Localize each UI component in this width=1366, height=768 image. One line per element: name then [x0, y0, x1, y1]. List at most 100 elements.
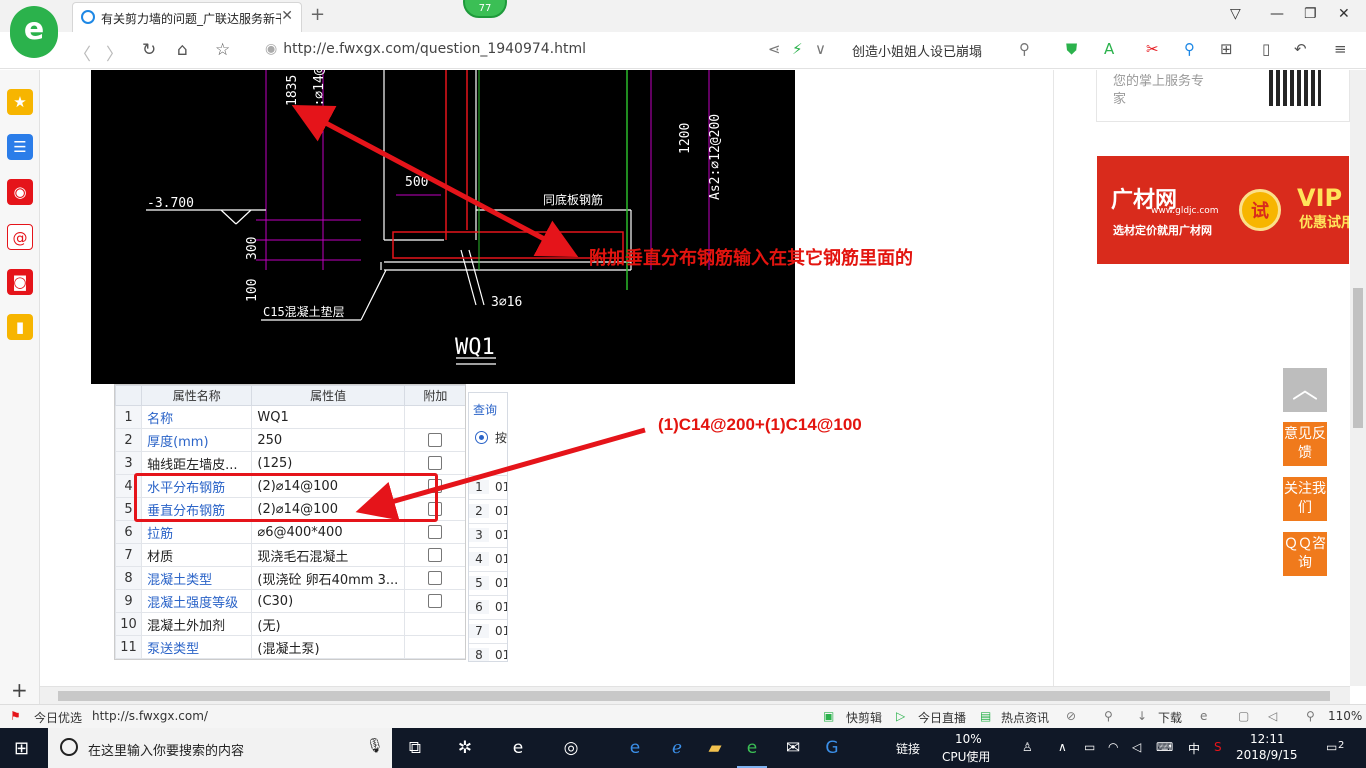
pinwheel-app-icon[interactable]: ✲ [450, 734, 480, 762]
undo-icon[interactable]: ↶ [1294, 40, 1307, 58]
close-tab-icon[interactable]: ✕ [281, 8, 293, 24]
status-live[interactable]: 今日直播 [918, 709, 966, 726]
speed-badge[interactable]: 77 [463, 0, 507, 18]
chevron-down-icon[interactable]: ∨ [815, 40, 826, 58]
wifi-icon[interactable]: ◠ [1108, 740, 1118, 754]
property-value[interactable]: (现浇砼 卵石40mm 3... [251, 566, 405, 590]
new-tab-icon[interactable]: + [310, 4, 325, 25]
property-value[interactable]: ⌀6@400*400 [251, 520, 405, 544]
vertical-scroll-thumb[interactable] [1353, 288, 1363, 428]
volume-icon[interactable]: ◁ [1132, 740, 1141, 754]
table-row[interactable]: 3 轴线距左墙皮... (125) [115, 451, 465, 475]
refresh-icon[interactable]: ↻ [142, 40, 156, 60]
horizontal-scrollbar[interactable] [40, 686, 1350, 704]
table-row[interactable]: 2 厚度(mm) 250 [115, 428, 465, 452]
table-row[interactable]: 7 材质 现浇毛石混凝土 [115, 543, 465, 567]
browser-e-app-icon[interactable]: e [503, 734, 533, 762]
property-value[interactable]: (125) [251, 451, 405, 475]
notes-icon[interactable]: ▮ [7, 314, 33, 340]
shield-icon[interactable]: ⛊ [1066, 40, 1077, 58]
speed-icon[interactable]: ⊘ [1066, 709, 1076, 723]
ie-app-icon[interactable]: ℯ [662, 734, 692, 762]
table-row[interactable]: 1 名称 WQ1 [115, 405, 465, 429]
tray-link-label[interactable]: 链接 [896, 740, 920, 757]
zoom-level[interactable]: 110% [1328, 709, 1362, 723]
query-row[interactable]: 4 01 [469, 547, 507, 571]
query-row[interactable]: 8 01 [469, 643, 507, 661]
task-view-icon[interactable]: ⧉ [400, 734, 430, 762]
property-value[interactable]: (无) [251, 612, 405, 636]
share-icon[interactable]: ⋖ [768, 40, 781, 58]
forward-icon[interactable]: 〉 [106, 40, 123, 65]
minimize-icon[interactable]: — [1270, 6, 1284, 22]
table-row[interactable]: 11 泵送类型 (混凝土泵) [115, 635, 465, 659]
ime-indicator[interactable]: 中 [1188, 740, 1200, 757]
table-row[interactable]: 6 拉筋 ⌀6@400*400 [115, 520, 465, 544]
browser-logo[interactable]: e [10, 6, 58, 58]
news-list-icon[interactable]: ☰ [7, 134, 33, 160]
query-row[interactable]: 1 01 [469, 475, 507, 499]
chat-app-icon[interactable]: ◎ [556, 734, 586, 762]
ie-mode-icon[interactable]: e [1200, 709, 1207, 723]
tray-expand-icon[interactable]: ∧ [1058, 740, 1067, 754]
gldjc-ad-banner[interactable]: 广材网 www.gldjc.com 选材定价就用广材网 试 VIP 优惠试用 [1097, 156, 1349, 264]
shirt-skin-icon[interactable]: ▽ [1230, 6, 1241, 22]
sogou-icon[interactable]: S [1214, 740, 1222, 754]
query-row[interactable]: 6 01 [469, 595, 507, 619]
search-input[interactable]: 创造小姐姐人设已崩塌 [852, 41, 982, 60]
table-row[interactable]: 8 混凝土类型 (现浇砼 卵石40mm 3... [115, 566, 465, 590]
pin-icon[interactable]: ⚲ [1104, 709, 1113, 723]
extra-checkbox[interactable] [428, 433, 443, 447]
back-icon[interactable]: 〈 [74, 40, 91, 65]
property-value[interactable]: WQ1 [251, 405, 405, 429]
menu-icon[interactable]: ≡ [1334, 40, 1347, 58]
status-quickclip[interactable]: 快剪辑 [846, 709, 882, 726]
people-icon[interactable]: ♙ [1022, 740, 1033, 754]
table-row[interactable]: 10 混凝土外加剂 (无) [115, 612, 465, 636]
qq-consult-button[interactable]: ＱＱ咨询 [1283, 532, 1327, 576]
phone-icon[interactable]: ▯ [1262, 40, 1270, 58]
window-icon[interactable]: ▢ [1238, 709, 1249, 723]
home-icon[interactable]: ⌂ [177, 40, 188, 60]
notification-icon[interactable]: ▭ [1326, 740, 1337, 754]
query-row[interactable]: 5 01 [469, 571, 507, 595]
query-row[interactable]: 2 01 [469, 499, 507, 523]
search-icon[interactable]: ⚲ [1019, 40, 1030, 58]
property-value[interactable]: 现浇毛石混凝土 [251, 543, 405, 567]
property-value[interactable]: 250 [251, 428, 405, 452]
clock-time[interactable]: 12:11 [1250, 732, 1285, 746]
restore-icon[interactable]: ❐ [1304, 6, 1317, 22]
browser-tab[interactable]: 有关剪力墙的问题_广联达服务新干线 ✕ [72, 2, 302, 32]
horizontal-scroll-thumb[interactable] [58, 691, 1330, 701]
scissors-icon[interactable]: ✂ [1146, 40, 1159, 58]
status-hotnews[interactable]: 热点资讯 [1001, 709, 1049, 726]
query-radio[interactable] [475, 431, 488, 444]
close-window-icon[interactable]: ✕ [1338, 6, 1350, 22]
extra-checkbox[interactable] [428, 548, 443, 562]
extra-checkbox[interactable] [428, 594, 443, 608]
property-value[interactable]: (C30) [251, 589, 405, 613]
follow-us-button[interactable]: 关注我们 [1283, 477, 1327, 521]
property-value[interactable]: (混凝土泵) [251, 635, 405, 659]
mail-at-icon[interactable]: @ [7, 224, 33, 250]
weibo-icon[interactable]: ◉ [7, 179, 33, 205]
game-icon[interactable]: ◙ [7, 269, 33, 295]
file-explorer-icon[interactable]: ▰ [700, 734, 730, 762]
table-row[interactable]: 9 混凝土强度等级 (C30) [115, 589, 465, 613]
query-row[interactable]: 7 01 [469, 619, 507, 643]
vertical-scrollbar[interactable] [1350, 70, 1366, 686]
magnifier-icon[interactable]: ⚲ [1184, 40, 1195, 58]
status-download[interactable]: 下载 [1158, 709, 1182, 726]
360-browser-app-icon[interactable]: e [737, 734, 767, 768]
back-to-top-button[interactable]: ︿ [1283, 368, 1327, 412]
query-row[interactable]: 3 01 [469, 523, 507, 547]
windows-start-icon[interactable]: ⊞ [14, 738, 29, 759]
clock-date[interactable]: 2018/9/15 [1236, 748, 1298, 762]
sound-icon[interactable]: ◁ [1268, 709, 1277, 723]
apps-grid-icon[interactable]: ⊞ [1220, 40, 1233, 58]
extra-checkbox[interactable] [428, 525, 443, 539]
star-icon[interactable]: ☆ [215, 40, 230, 60]
lightning-icon[interactable]: ⚡ [792, 40, 803, 58]
network-icon[interactable]: ▭ [1084, 740, 1095, 754]
glodon-app-icon[interactable]: G [817, 734, 847, 762]
